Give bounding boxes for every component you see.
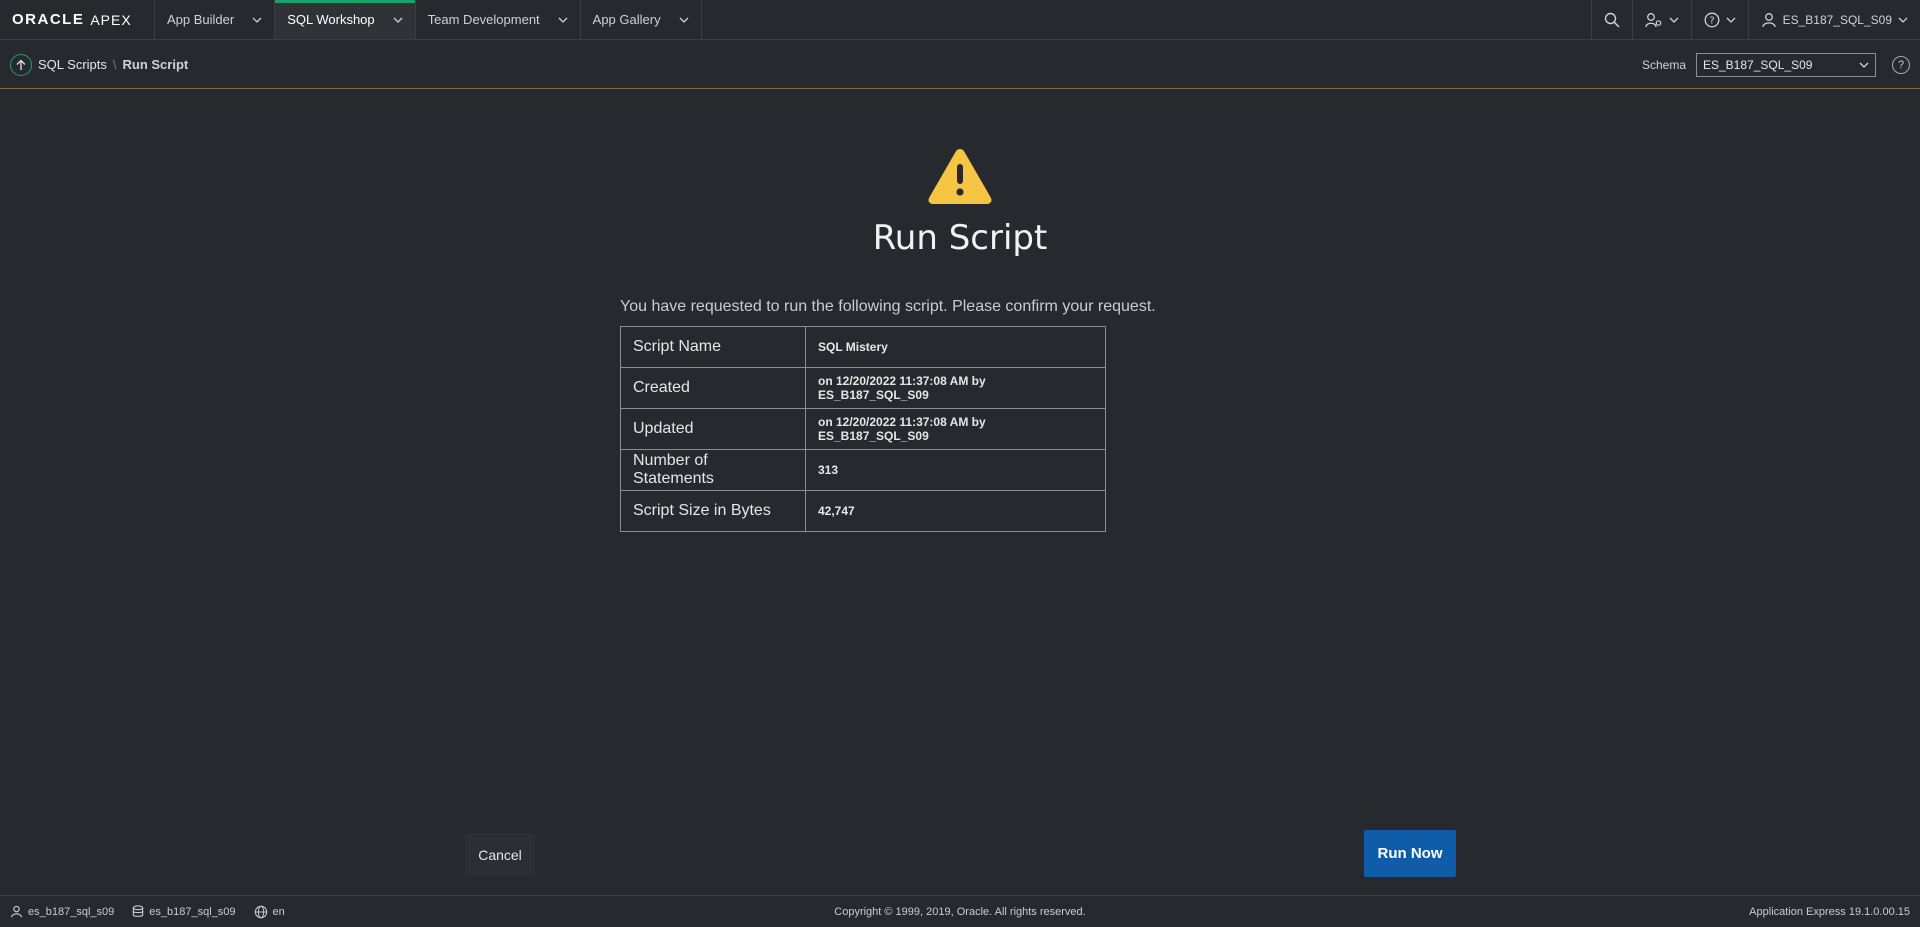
schema-select[interactable]: ES_B187_SQL_S09 — [1696, 52, 1876, 77]
schema-value: ES_B187_SQL_S09 — [1703, 57, 1813, 72]
breadcrumb: SQL Scripts \ Run Script Schema ES_B187_… — [0, 41, 1920, 89]
footer-schema[interactable]: es_b187_sql_s09 — [132, 905, 236, 918]
chevron-down-icon — [252, 17, 262, 23]
svg-text:?: ? — [1709, 15, 1714, 26]
breadcrumb-separator: \ — [112, 57, 117, 72]
chevron-down-icon — [1859, 62, 1869, 68]
user-name: ES_B187_SQL_S09 — [1782, 12, 1892, 27]
footer-language[interactable]: en — [254, 905, 285, 919]
arrow-up-icon — [16, 59, 26, 70]
chevron-down-icon — [1726, 17, 1736, 23]
top-right-tools: ? ES_B187_SQL_S09 — [1590, 0, 1920, 39]
tab-label: SQL Workshop — [287, 12, 375, 27]
user-icon — [1761, 12, 1776, 27]
footer-copyright: Copyright © 1999, 2019, Oracle. All righ… — [834, 905, 1086, 918]
row-label: Number of Statements — [620, 449, 806, 491]
row-label: Script Name — [620, 326, 806, 368]
chevron-down-icon — [393, 17, 403, 23]
row-value: SQL Mistery — [805, 326, 1106, 368]
schema-selector-group: Schema ES_B187_SQL_S09 ? — [1641, 52, 1910, 77]
search-button[interactable] — [1590, 0, 1632, 39]
navigate-up-button[interactable] — [10, 53, 32, 76]
footer-user[interactable]: es_b187_sql_s09 — [10, 905, 114, 918]
run-now-button[interactable]: Run Now — [1364, 830, 1456, 877]
chevron-down-icon — [1669, 17, 1679, 23]
user-icon — [11, 905, 22, 918]
help-menu-button[interactable]: ? — [1690, 0, 1748, 39]
table-row: Number of Statements 313 — [620, 449, 1106, 491]
chevron-down-icon — [679, 17, 689, 23]
table-row: Script Name SQL Mistery — [620, 326, 1106, 368]
schema-help-button[interactable]: ? — [1892, 55, 1910, 74]
logo-oracle-text: ORACLE — [12, 11, 85, 28]
database-icon — [133, 905, 144, 917]
tab-app-gallery[interactable]: App Gallery — [581, 0, 702, 39]
confirmation-message: You have requested to run the following … — [620, 298, 1156, 315]
footer-version: Application Express 19.1.0.00.15 — [1749, 905, 1910, 918]
tab-app-builder[interactable]: App Builder — [155, 0, 276, 39]
user-menu-button[interactable]: ES_B187_SQL_S09 — [1747, 0, 1920, 39]
footer-user-name: es_b187_sql_s09 — [28, 905, 115, 918]
row-label: Created — [620, 367, 806, 409]
footer-schema-name: es_b187_sql_s09 — [149, 905, 236, 918]
help-icon: ? — [1704, 12, 1720, 27]
tab-label: App Gallery — [592, 12, 661, 27]
row-value: 313 — [805, 449, 1106, 491]
row-value: on 12/20/2022 11:37:08 AM by ES_B187_SQL… — [805, 408, 1106, 450]
footer-language-code: en — [272, 905, 285, 918]
row-value: on 12/20/2022 11:37:08 AM by ES_B187_SQL… — [805, 367, 1106, 409]
breadcrumb-sql-scripts-link[interactable]: SQL Scripts — [38, 57, 107, 72]
search-icon — [1604, 12, 1620, 28]
schema-label: Schema — [1641, 57, 1686, 72]
row-value: 42,747 — [805, 490, 1106, 532]
chevron-down-icon — [1898, 17, 1908, 23]
oracle-apex-logo[interactable]: ORACLE APEX — [0, 0, 155, 39]
row-label: Updated — [620, 408, 806, 450]
script-details-table: Script Name SQL Mistery Created on 12/20… — [620, 326, 1106, 532]
warning-icon — [928, 149, 992, 204]
table-row: Created on 12/20/2022 11:37:08 AM by ES_… — [620, 367, 1106, 409]
globe-icon — [254, 905, 267, 918]
tab-sql-workshop[interactable]: SQL Workshop — [275, 0, 416, 39]
table-row: Updated on 12/20/2022 11:37:08 AM by ES_… — [620, 408, 1106, 450]
logo-apex-text: APEX — [90, 11, 132, 28]
administration-menu-button[interactable] — [1631, 0, 1691, 39]
tab-team-development[interactable]: Team Development — [416, 0, 581, 39]
chevron-down-icon — [558, 17, 568, 23]
breadcrumb-current: Run Script — [122, 57, 189, 72]
tab-label: Team Development — [427, 12, 540, 27]
tab-label: App Builder — [167, 12, 235, 27]
user-settings-icon — [1644, 12, 1661, 27]
help-icon: ? — [1897, 58, 1905, 71]
footer: es_b187_sql_s09 es_b187_sql_s09 en Copyr… — [0, 895, 1920, 927]
table-row: Script Size in Bytes 42,747 — [620, 490, 1106, 532]
row-label: Script Size in Bytes — [620, 490, 806, 532]
top-nav-bar: ORACLE APEX App Builder SQL Workshop Tea… — [0, 0, 1920, 40]
page-title: Run Script — [872, 218, 1048, 258]
cancel-button[interactable]: Cancel — [465, 833, 535, 877]
